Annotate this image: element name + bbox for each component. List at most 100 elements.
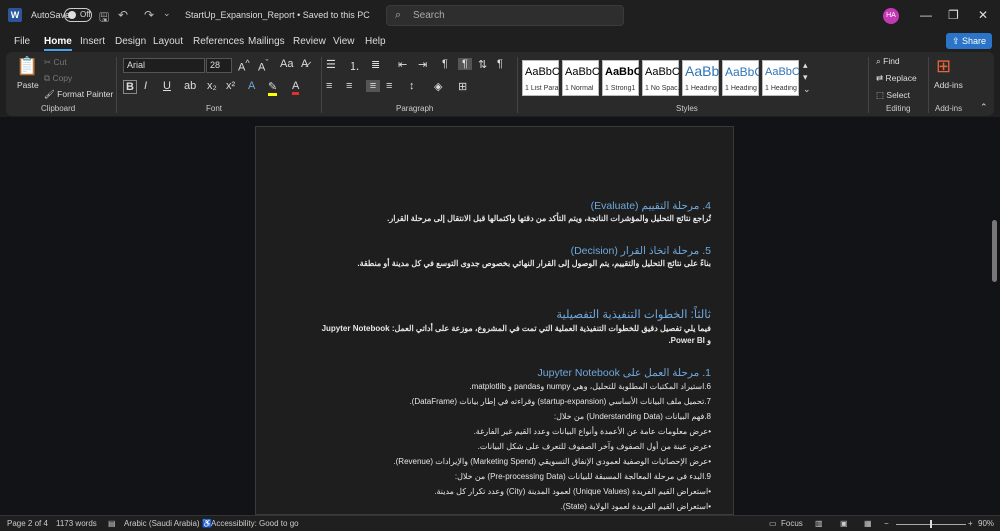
sort-icon[interactable]: ⇅ [478, 58, 487, 71]
tab-insert[interactable]: Insert [80, 36, 105, 47]
vertical-scrollbar[interactable] [990, 125, 998, 513]
superscript-icon[interactable]: x² [226, 80, 235, 92]
style-sample: AaBbCc [605, 66, 639, 78]
font-color-icon[interactable]: A [292, 80, 300, 95]
grow-font-icon[interactable]: A^ [238, 58, 250, 74]
restore-icon[interactable]: ❐ [948, 8, 959, 22]
style-normal[interactable]: AaBbCcl 1 Normal [562, 60, 599, 96]
style-heading-2[interactable]: AaBbC 1 Heading 2 [722, 60, 759, 96]
multilevel-list-icon[interactable]: ≣ [371, 58, 380, 71]
underline-button[interactable]: U [163, 80, 171, 92]
styles-scroll-down-icon[interactable]: ▾ [803, 72, 808, 83]
tab-home[interactable]: Home [44, 36, 72, 51]
show-marks-icon[interactable]: ¶ [497, 58, 503, 70]
search-box[interactable]: ⌕ Search [386, 5, 624, 26]
font-name-select[interactable]: Arial [123, 58, 205, 73]
font-size-select[interactable]: 28 [206, 58, 232, 73]
rtl-icon[interactable]: ¶ [458, 58, 472, 70]
replace-label: Replace [885, 73, 917, 83]
undo-icon[interactable]: ↶ [118, 8, 128, 22]
customize-toolbar-icon[interactable]: ⌄ [163, 8, 171, 19]
style-heading-1[interactable]: AaBb( 1 Heading 1 [682, 60, 719, 96]
copy-button[interactable]: ⧉ Copy [44, 73, 72, 84]
format-painter-button[interactable]: 🖌 Format Painter [44, 89, 113, 100]
zoom-level[interactable]: 90% [978, 519, 994, 528]
tab-review[interactable]: Review [293, 36, 326, 47]
word-logo-icon: W [8, 8, 22, 22]
web-layout-icon[interactable]: ▦ [864, 519, 872, 528]
style-strong[interactable]: AaBbCc 1 Strong1 [602, 60, 639, 96]
zoom-out-icon[interactable]: − [884, 519, 889, 528]
close-icon[interactable]: ✕ [978, 8, 988, 22]
increase-indent-icon[interactable]: ⇥ [418, 58, 427, 71]
replace-button[interactable]: ⇄ Replace [876, 73, 917, 84]
find-button[interactable]: ⌕ Find [876, 56, 900, 67]
shrink-font-icon[interactable]: Aˇ [258, 58, 268, 74]
tab-design[interactable]: Design [115, 36, 146, 47]
divider [928, 57, 929, 113]
word-count[interactable]: 1173 words [56, 519, 97, 528]
collapse-ribbon-icon[interactable]: ⌃ [980, 102, 988, 113]
align-left-icon[interactable]: ≡ [326, 80, 332, 92]
align-center-icon[interactable]: ≡ [346, 80, 352, 92]
avatar[interactable]: HA [883, 8, 899, 24]
tab-references[interactable]: References [193, 36, 244, 47]
italic-button[interactable]: I [144, 80, 147, 92]
format-painter-icon: 🖌 [44, 89, 58, 99]
ltr-icon[interactable]: ¶ [442, 58, 448, 70]
accessibility-status[interactable]: Accessibility: Good to go [211, 519, 299, 528]
language-status[interactable]: Arabic (Saudi Arabia) [124, 519, 200, 528]
zoom-slider-thumb[interactable] [930, 520, 932, 528]
style-sample: AaBbCc [765, 66, 799, 78]
divider [116, 57, 117, 113]
justify-icon[interactable]: ≡ [386, 80, 392, 92]
read-mode-icon[interactable]: ▥ [815, 519, 823, 528]
borders-icon[interactable]: ⊞ [458, 80, 467, 93]
line-spacing-icon[interactable]: ↕ [409, 80, 415, 92]
clear-formatting-icon[interactable]: A̷ [301, 58, 308, 70]
redo-icon[interactable]: ↷ [144, 8, 154, 22]
zoom-in-icon[interactable]: + [968, 519, 973, 528]
save-icon[interactable]: 🖫 [99, 8, 109, 29]
minimize-icon[interactable]: — [920, 8, 932, 22]
strikethrough-icon[interactable]: ab [184, 80, 196, 92]
select-button[interactable]: ⬚ Select [876, 90, 910, 101]
styles-group-label: Styles [676, 104, 698, 113]
styles-scroll-up-icon[interactable]: ▴ [803, 60, 808, 71]
autosave-toggle[interactable]: Off [64, 8, 92, 22]
scrollbar-thumb[interactable] [992, 220, 997, 282]
bold-button[interactable]: B [123, 80, 137, 94]
page-count[interactable]: Page 2 of 4 [7, 519, 48, 528]
section-heading: 5. مرحلة اتخاذ القرار (Decision) [570, 245, 711, 257]
focus-button[interactable]: Focus [781, 519, 803, 528]
change-case-icon[interactable]: Aa [280, 58, 293, 70]
styles-more-icon[interactable]: ⌄ [803, 84, 811, 95]
proofing-icon[interactable]: ▤ [108, 519, 116, 528]
print-layout-icon[interactable]: ▣ [840, 519, 848, 528]
document-page[interactable]: 4. مرحلة التقييم (Evaluate) تُراجع نتائج… [255, 126, 734, 515]
cut-button[interactable]: ✂ Cut [44, 57, 67, 68]
addins-button[interactable]: Add-ins [934, 80, 963, 90]
decrease-indent-icon[interactable]: ⇤ [398, 58, 407, 71]
paste-icon[interactable]: 📋 [16, 56, 38, 77]
style-list-paragraph[interactable]: AaBbCcl 1 List Para... [522, 60, 559, 96]
paste-button[interactable]: Paste [17, 80, 39, 90]
tab-mailings[interactable]: Mailings [248, 36, 285, 47]
tab-help[interactable]: Help [365, 36, 386, 47]
subscript-icon[interactable]: x₂ [207, 80, 217, 92]
addins-icon[interactable]: ⊞ [936, 56, 951, 77]
highlight-icon[interactable]: ✎ [268, 80, 278, 96]
style-heading-3[interactable]: AaBbCc 1 Heading 3 [762, 60, 799, 96]
share-button[interactable]: ⇪ Share [946, 33, 992, 49]
text-effects-icon[interactable]: A [248, 80, 255, 92]
bullets-icon[interactable]: ☰ [326, 58, 336, 71]
numbering-icon[interactable]: ⒈ [349, 58, 360, 74]
list-item: •استعراض القيم الفريدة (Unique Values) ل… [434, 487, 711, 496]
tab-layout[interactable]: Layout [153, 36, 183, 47]
style-no-spacing[interactable]: AaBbCcl 1 No Spac... [642, 60, 679, 96]
ribbon: 📋 Paste ✂ Cut ⧉ Copy 🖌 Format Painter Cl… [6, 52, 994, 116]
shading-icon[interactable]: ◈ [434, 80, 442, 93]
tab-view[interactable]: View [333, 36, 355, 47]
align-right-icon[interactable]: ≡ [366, 80, 380, 92]
tab-file[interactable]: File [14, 36, 30, 47]
